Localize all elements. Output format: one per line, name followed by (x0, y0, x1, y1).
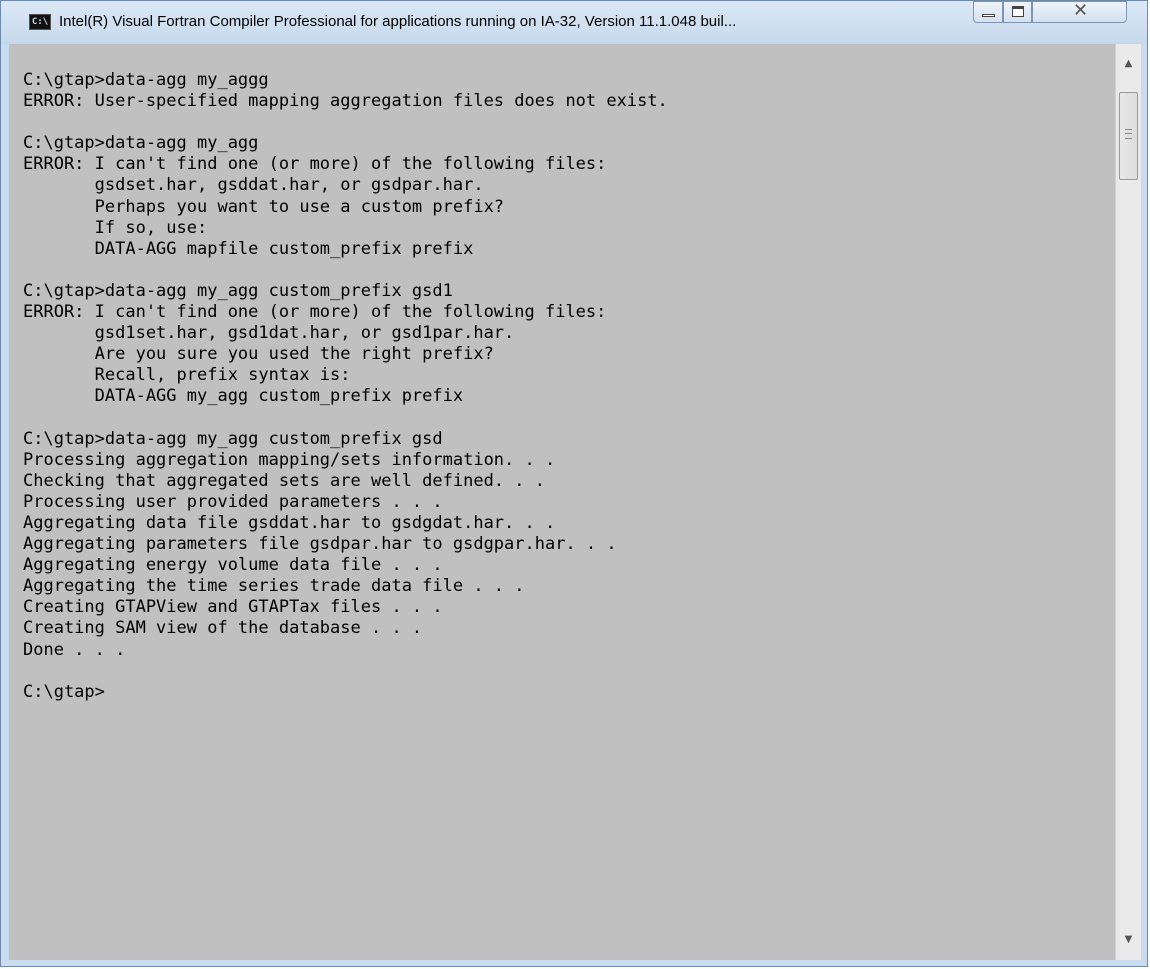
scroll-down-arrow-icon: ▼ (1124, 934, 1133, 945)
console-line: C:\gtap>data-agg my_agg custom_prefix gs… (23, 428, 443, 449)
scroll-down-button[interactable]: ▼ (1116, 920, 1141, 960)
window-title: Intel(R) Visual Fortran Compiler Profess… (59, 13, 737, 30)
console-line: Are you sure you used the right prefix? (23, 344, 494, 365)
console-line: Processing aggregation mapping/sets info… (23, 449, 556, 470)
minimize-button[interactable] (973, 1, 1003, 23)
title-bar[interactable]: C:\ Intel(R) Visual Fortran Compiler Pro… (1, 0, 1147, 44)
minimize-icon (982, 14, 995, 17)
console-line: C:\gtap> (23, 681, 105, 702)
console-line: gsd1set.har, gsd1dat.har, or gsd1par.har… (23, 323, 515, 344)
console-line: ERROR: I can't find one (or more) of the… (23, 154, 607, 175)
scroll-grip-icon (1125, 129, 1132, 139)
scroll-thumb[interactable] (1119, 92, 1138, 180)
console-output-area[interactable]: C:\gtap>data-agg my_aggg ERROR: User-spe… (9, 44, 1115, 960)
close-button[interactable]: ✕ (1032, 0, 1127, 23)
console-line: ERROR: I can't find one (or more) of the… (23, 302, 607, 323)
console-line: gsdset.har, gsddat.har, or gsdpar.har. (23, 175, 484, 196)
console-line: Checking that aggregated sets are well d… (23, 470, 545, 491)
console-line: Done . . . (23, 639, 126, 660)
vertical-scrollbar[interactable]: ▲ ▼ (1115, 44, 1141, 960)
scroll-up-button[interactable]: ▲ (1116, 44, 1141, 84)
console-line: DATA-AGG mapfile custom_prefix prefix (23, 238, 474, 259)
console-window: C:\ Intel(R) Visual Fortran Compiler Pro… (0, 0, 1148, 967)
console-line: Aggregating the time series trade data f… (23, 576, 525, 597)
console-line: Aggregating data file gsddat.har to gsdg… (23, 512, 556, 533)
console-line: C:\gtap>data-agg my_agg custom_prefix gs… (23, 280, 453, 301)
maximize-icon (1012, 6, 1024, 17)
console-line: ERROR: User-specified mapping aggregatio… (23, 91, 668, 112)
console-line: Aggregating parameters file gsdpar.har t… (23, 534, 617, 555)
console-line: Creating SAM view of the database . . . (23, 618, 423, 639)
console-output-text: C:\gtap>data-agg my_aggg ERROR: User-spe… (9, 44, 1115, 703)
console-line: C:\gtap>data-agg my_agg (23, 133, 259, 154)
console-line: Recall, prefix syntax is: (23, 365, 351, 386)
console-line: If so, use: (23, 217, 208, 238)
maximize-button[interactable] (1003, 1, 1032, 23)
console-line: Processing user provided parameters . . … (23, 491, 443, 512)
console-line: Perhaps you want to use a custom prefix? (23, 196, 505, 217)
close-icon: ✕ (1073, 0, 1089, 21)
console-line: Aggregating energy volume data file . . … (23, 555, 443, 576)
console-window-icon[interactable]: C:\ (29, 14, 51, 30)
scroll-up-arrow-icon: ▲ (1124, 58, 1133, 69)
console-line: Creating GTAPView and GTAPTax files . . … (23, 597, 443, 618)
console-line: C:\gtap>data-agg my_aggg (23, 70, 269, 90)
console-line: DATA-AGG my_agg custom_prefix prefix (23, 386, 464, 407)
